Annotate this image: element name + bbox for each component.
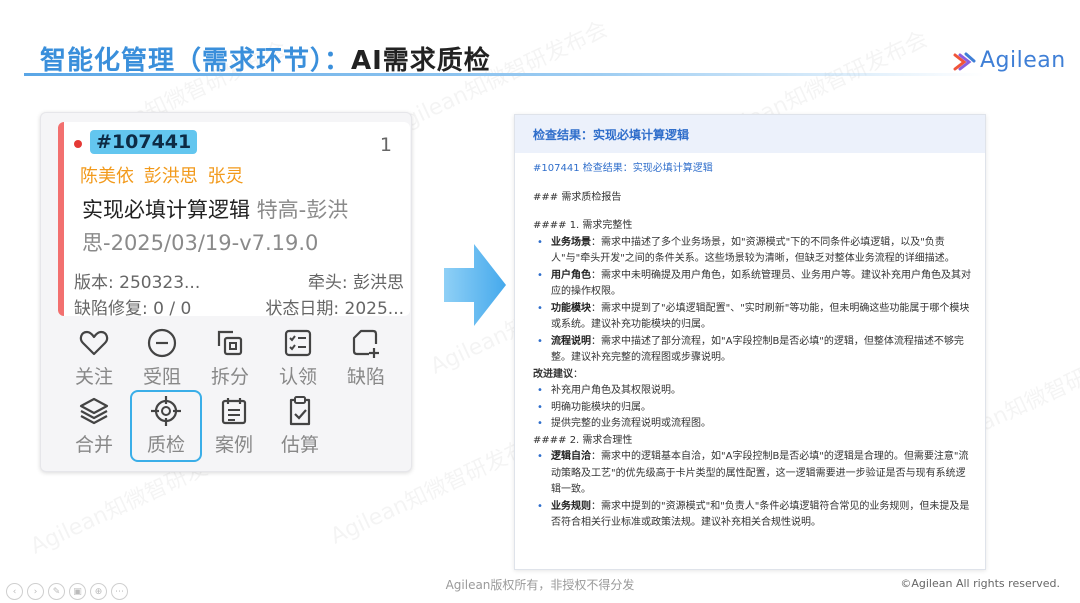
result-header: 检查结果：实现必填计算逻辑 <box>515 115 985 153</box>
layers-icon <box>79 397 109 425</box>
checklist-icon <box>284 329 312 357</box>
result-subtitle: #107441 检查结果：实现必填计算逻辑 <box>533 163 713 174</box>
add-page-icon <box>352 329 379 358</box>
task-title-main: 实现必填计算逻辑 <box>82 198 250 222</box>
list-item: 明确功能模块的归属。 <box>533 400 971 417</box>
task-owners: 陈美依 彭洪思 张灵 <box>80 166 244 187</box>
action-label: 受阻 <box>142 366 181 388</box>
section-rationality: #### 2. 需求合理性 <box>533 434 633 446</box>
quality-check-result-panel[interactable]: 检查结果：实现必填计算逻辑 #107441 检查结果：实现必填计算逻辑 ### … <box>514 114 986 570</box>
heart-icon <box>79 330 109 356</box>
task-version: 版本: 250323... <box>74 273 201 293</box>
result-body: #107441 检查结果：实现必填计算逻辑 ### 需求质检报告 #### 1.… <box>515 153 985 532</box>
footer-copyright: ©Agilean All rights reserved. <box>900 577 1060 590</box>
action-label: 质检 <box>146 434 185 456</box>
list-item: 补充用户角色及其权限说明。 <box>533 383 971 400</box>
page-title-part1: 智能化管理（需求环节）： <box>40 46 352 76</box>
task-meta-row-1: 版本: 250323... 牵头: 彭洪思 <box>74 268 404 293</box>
list-item: 用户角色：需求中未明确提及用户角色，如系统管理员、业务用户等。建议补充用户角色及… <box>533 268 971 301</box>
calendar-list-icon <box>221 398 247 425</box>
split-icon <box>217 330 243 356</box>
section-completeness: #### 1. 需求完整性 <box>533 220 633 231</box>
action-blocked[interactable]: 受阻 <box>134 324 190 388</box>
priority-bar <box>58 122 64 316</box>
task-card[interactable]: #107441 1 陈美依 彭洪思 张灵 实现必填计算逻辑 特高-彭洪思-202… <box>58 122 410 316</box>
task-meta-row-2: 缺陷修复: 0 / 0 状态日期: 2025... <box>74 294 404 316</box>
report-title: ### 需求质检报告 <box>533 191 622 203</box>
action-label: 缺陷 <box>346 366 385 388</box>
list-item: 功能模块：需求中提到了"必填逻辑配置"、"实时刷新"等功能，但未明确这些功能属于… <box>533 301 971 334</box>
clipboard-check-icon <box>289 396 311 426</box>
minus-circle-icon <box>147 328 177 358</box>
task-count: 1 <box>379 134 392 156</box>
action-quality-check[interactable]: 质检 <box>130 390 202 462</box>
agilean-logo-mark-icon <box>953 52 976 70</box>
status-dot <box>74 140 82 148</box>
crosshair-icon <box>151 396 181 426</box>
list-item: 逻辑自洽：需求中的逻辑基本自洽，如"A字段控制B是否必填"的逻辑是合理的。但需要… <box>533 449 971 499</box>
action-label: 认领 <box>278 366 317 388</box>
task-lead: 牵头: 彭洪思 <box>307 273 404 293</box>
task-defect-fix: 缺陷修复: 0 / 0 <box>74 299 192 316</box>
list-item: 业务场景：需求中描述了多个业务场景，如"资源模式"下的不同条件必填逻辑，以及"负… <box>533 235 971 268</box>
action-split[interactable]: 拆分 <box>202 324 258 388</box>
task-id-badge[interactable]: #107441 <box>90 130 198 154</box>
list-item: 流程说明：需求中描述了部分流程，如"A字段控制B是否必填"的逻辑，但整体流程描述… <box>533 334 971 367</box>
list-item: 提供完整的业务流程说明或流程图。 <box>533 416 971 433</box>
improve-list: 补充用户角色及其权限说明。 明确功能模块的归属。 提供完整的业务流程说明或流程图… <box>533 383 971 433</box>
action-claim[interactable]: 认领 <box>270 324 326 388</box>
action-label: 估算 <box>280 434 319 456</box>
action-label: 拆分 <box>210 366 249 388</box>
list-item: 业务规则：需求中提到的"资源模式"和"负责人"条件必填逻辑符合常见的业务规则，但… <box>533 499 971 532</box>
action-estimate[interactable]: 估算 <box>272 392 328 456</box>
arrow-right-icon <box>444 244 506 326</box>
page-title-part2: AI需求质检 <box>351 46 491 76</box>
page-title: 智能化管理（需求环节）：AI需求质检 <box>40 40 491 77</box>
logo-text: Agilean <box>980 48 1066 73</box>
action-follow[interactable]: 关注 <box>66 324 122 388</box>
action-label: 合并 <box>74 434 113 456</box>
action-case[interactable]: 案例 <box>206 392 262 456</box>
task-status-date: 状态日期: 2025... <box>265 299 404 316</box>
completeness-list: 业务场景：需求中描述了多个业务场景，如"资源模式"下的不同条件必填逻辑，以及"负… <box>533 235 971 367</box>
agilean-logo: Agilean <box>952 48 1066 73</box>
improve-title: 改进建议： <box>533 368 583 380</box>
action-defect[interactable]: 缺陷 <box>338 324 394 388</box>
action-label: 案例 <box>214 434 253 456</box>
rationality-list: 逻辑自洽：需求中的逻辑基本自洽，如"A字段控制B是否必填"的逻辑是合理的。但需要… <box>533 449 971 532</box>
action-merge[interactable]: 合并 <box>66 392 122 456</box>
action-label: 关注 <box>74 366 113 388</box>
task-title: 实现必填计算逻辑 特高-彭洪思-2025/03/19-v7.19.0 <box>82 194 404 260</box>
